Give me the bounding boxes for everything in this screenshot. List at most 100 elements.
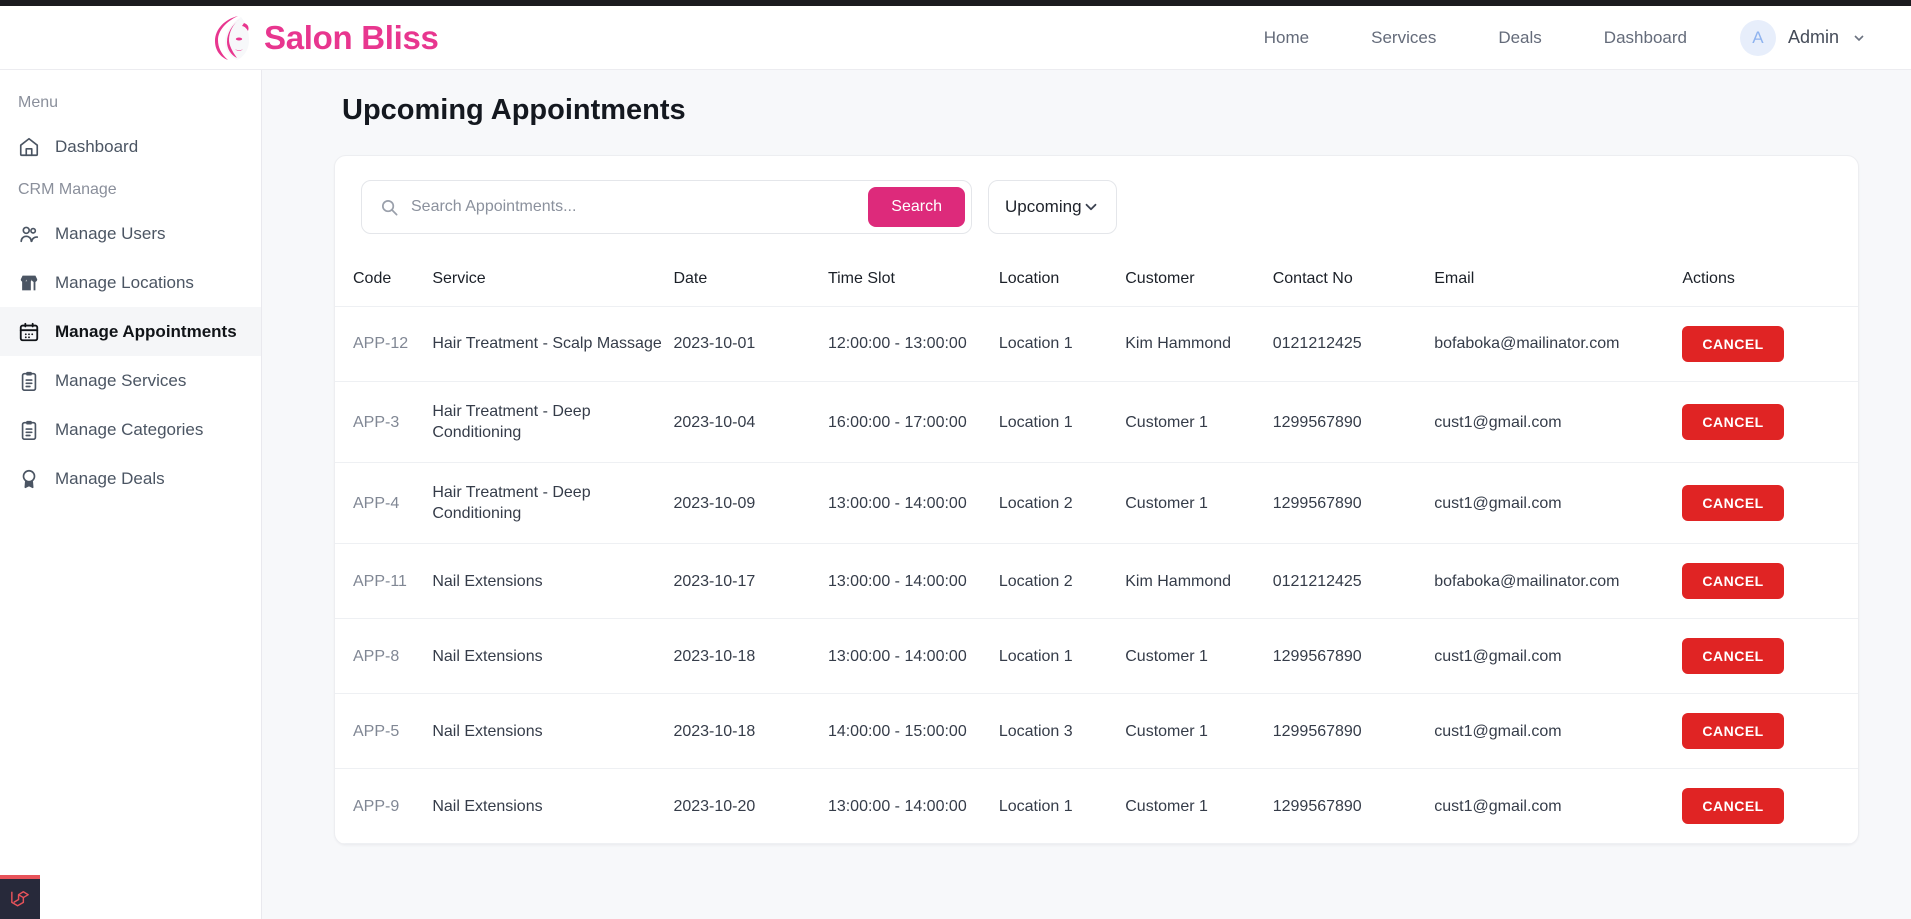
cell-actions: CANCEL xyxy=(1682,768,1858,845)
sidebar-item-label: Manage Deals xyxy=(55,468,165,488)
sidebar-item-label: Manage Services xyxy=(55,370,187,390)
main-nav: Home Services Deals Dashboard A Admin xyxy=(1233,19,1911,56)
status-filter-dropdown[interactable]: Upcoming xyxy=(988,180,1117,234)
nav-link-home[interactable]: Home xyxy=(1233,28,1340,48)
cancel-appointment-button[interactable]: CANCEL xyxy=(1682,326,1784,362)
cell-code: APP-5 xyxy=(335,693,433,770)
cell-service: Nail Extensions xyxy=(432,693,674,770)
cell-customer: Customer 1 xyxy=(1125,618,1273,695)
cell-customer: Customer 1 xyxy=(1125,462,1273,545)
table-body: APP-12 Hair Treatment - Scalp Massage 2023… xyxy=(335,306,1858,845)
cell-contact-no: 1299567890 xyxy=(1272,768,1435,845)
cell-location: Location 1 xyxy=(998,381,1126,464)
cell-location: Location 2 xyxy=(998,462,1126,545)
column-header-date[interactable]: Date xyxy=(673,256,828,307)
sidebar-item-manage-locations[interactable]: Manage Locations xyxy=(0,258,261,307)
sidebar-item-dashboard[interactable]: Dashboard xyxy=(0,122,261,171)
column-header-code[interactable]: Code xyxy=(335,256,433,307)
cell-contact-no: 0121212425 xyxy=(1272,543,1435,620)
sidebar-item-manage-appointments[interactable]: Manage Appointments xyxy=(0,307,261,356)
cell-location: Location 3 xyxy=(998,693,1126,770)
status-filter-value: Upcoming xyxy=(1005,197,1082,216)
sidebar-item-manage-users[interactable]: Manage Users xyxy=(0,209,261,258)
cell-email: cust1@gmail.com xyxy=(1434,462,1683,545)
cell-customer: Customer 1 xyxy=(1125,768,1273,845)
table-row: APP-11 Nail Extensions 2023-10-17 13:00:00 … xyxy=(335,543,1858,620)
sidebar-section-menu: Menu xyxy=(18,94,59,111)
column-header-email[interactable]: Email xyxy=(1434,256,1683,307)
laravel-debugbar-toggle[interactable] xyxy=(0,875,40,919)
table-head: Code Service Date Time Slot Location Cus… xyxy=(335,256,1858,307)
cell-date: 2023-10-17 xyxy=(673,543,828,620)
cell-service: Nail Extensions xyxy=(432,768,674,845)
cancel-appointment-button[interactable]: CANCEL xyxy=(1682,788,1784,825)
laravel-icon xyxy=(11,891,29,907)
column-header-service[interactable]: Service xyxy=(432,256,674,307)
table-row: APP-4 Hair Treatment - Deep Conditioning 2… xyxy=(335,462,1858,545)
clipboard-icon xyxy=(21,420,37,440)
cell-email: cust1@gmail.com xyxy=(1434,381,1683,464)
user-menu[interactable]: A Admin xyxy=(1739,19,1867,56)
sidebar-section-crm: CRM Manage xyxy=(18,181,117,198)
cell-date: 2023-10-01 xyxy=(673,306,828,382)
cell-email: cust1@gmail.com xyxy=(1434,768,1683,845)
table-header-row: Code Service Date Time Slot Location Cus… xyxy=(335,256,1858,307)
cell-service: Nail Extensions xyxy=(432,618,674,695)
users-icon xyxy=(20,226,39,242)
column-header-location[interactable]: Location xyxy=(998,256,1126,307)
cell-contact-no: 1299567890 xyxy=(1272,618,1435,695)
column-header-customer[interactable]: Customer xyxy=(1125,256,1273,307)
sidebar-item-label: Manage Locations xyxy=(55,272,194,292)
sidebar-item-label: Manage Appointments xyxy=(55,321,237,341)
appointments-toolbar: Search Upcoming xyxy=(335,156,1858,256)
column-header-actions: Actions xyxy=(1682,256,1858,307)
store-icon xyxy=(20,275,38,290)
cell-date: 2023-10-04 xyxy=(673,381,828,464)
cell-location: Location 1 xyxy=(998,618,1126,695)
cell-contact-no: 1299567890 xyxy=(1272,693,1435,770)
cell-time-slot: 13:00:00 - 14:00:00 xyxy=(827,768,999,845)
sidebar-item-label: Manage Categories xyxy=(55,419,204,439)
cell-contact-no: 1299567890 xyxy=(1272,381,1435,464)
sidebar-item-manage-deals[interactable]: Manage Deals xyxy=(0,454,261,503)
cell-location: Location 2 xyxy=(998,543,1126,620)
badge-icon xyxy=(22,469,36,488)
cell-time-slot: 13:00:00 - 14:00:00 xyxy=(827,543,999,620)
cell-service: Hair Treatment - Deep Conditioning xyxy=(432,381,674,464)
cancel-appointment-button[interactable]: CANCEL xyxy=(1682,485,1784,522)
cell-time-slot: 13:00:00 - 14:00:00 xyxy=(827,618,999,695)
cell-customer: Kim Hammond xyxy=(1125,306,1273,382)
cancel-appointment-button[interactable]: CANCEL xyxy=(1682,563,1784,600)
cell-location: Location 1 xyxy=(998,768,1126,845)
search-box[interactable]: Search xyxy=(361,180,972,234)
cell-email: bofaboka@mailinator.com xyxy=(1434,543,1683,620)
brand[interactable]: Salon Bliss xyxy=(208,13,439,63)
cell-customer: Customer 1 xyxy=(1125,381,1273,464)
cancel-appointment-button[interactable]: CANCEL xyxy=(1682,638,1784,675)
cell-service: Hair Treatment - Scalp Massage xyxy=(432,306,674,382)
cell-code: APP-11 xyxy=(335,543,433,620)
search-input[interactable] xyxy=(399,198,869,216)
cancel-appointment-button[interactable]: CANCEL xyxy=(1682,713,1784,750)
cancel-appointment-button[interactable]: CANCEL xyxy=(1682,404,1784,441)
site-header: Salon Bliss Home Services Deals Dashboar… xyxy=(0,6,1911,70)
search-button[interactable]: Search xyxy=(868,187,965,227)
table-row: APP-12 Hair Treatment - Scalp Massage 2023… xyxy=(335,306,1858,382)
cell-actions: CANCEL xyxy=(1682,306,1858,382)
user-name: Admin xyxy=(1787,27,1839,47)
column-header-contact-no[interactable]: Contact No xyxy=(1272,256,1435,307)
column-header-time-slot[interactable]: Time Slot xyxy=(827,256,999,307)
nav-link-dashboard[interactable]: Dashboard xyxy=(1573,28,1718,48)
appointments-card: Search Upcoming Code Service Date Time S… xyxy=(334,155,1859,846)
cell-actions: CANCEL xyxy=(1682,693,1858,770)
sidebar-item-manage-categories[interactable]: Manage Categories xyxy=(0,405,261,454)
chevron-down-icon xyxy=(1085,203,1096,211)
cell-service: Hair Treatment - Deep Conditioning xyxy=(432,462,674,545)
sidebar-item-manage-services[interactable]: Manage Services xyxy=(0,356,261,405)
cell-actions: CANCEL xyxy=(1682,543,1858,620)
avatar: A xyxy=(1739,19,1776,56)
nav-link-deals[interactable]: Deals xyxy=(1467,28,1572,48)
page-title: Upcoming Appointments xyxy=(342,94,686,126)
nav-link-services[interactable]: Services xyxy=(1340,28,1467,48)
cell-time-slot: 14:00:00 - 15:00:00 xyxy=(827,693,999,770)
